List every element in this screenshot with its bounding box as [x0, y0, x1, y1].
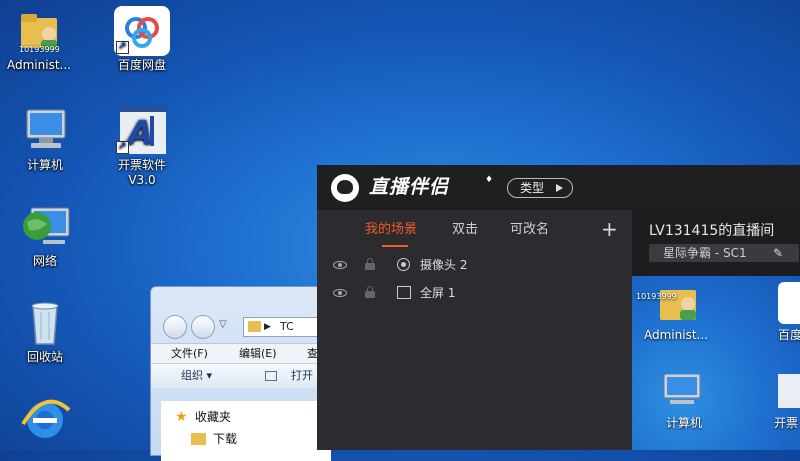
- menu-edit[interactable]: 编辑(E): [239, 344, 277, 364]
- open-icon: [265, 371, 277, 381]
- eye-icon[interactable]: [333, 289, 347, 297]
- icon-label: 开票软件: [117, 158, 166, 172]
- preview-overlay-number: 10193999: [636, 292, 677, 301]
- computer-icon: [17, 106, 73, 156]
- back-button[interactable]: [163, 315, 187, 339]
- user-folder-icon: 10193999: [11, 6, 67, 56]
- add-scene-button[interactable]: +: [601, 217, 618, 241]
- desktop-icon-invoice-software[interactable]: A 开票软件 V3.0: [97, 106, 187, 188]
- desktop-icon-baidu-netdisk[interactable]: 百度网盘: [97, 6, 187, 73]
- nav-item-label: 收藏夹: [195, 410, 232, 424]
- internet-explorer-icon: [17, 394, 73, 444]
- file-explorer-window[interactable]: ▽ ▶ TC 文件(F) 编辑(E) 查 组织 ▾ 打开 ★ 收藏夹 下载: [150, 286, 333, 461]
- preview-panel: LV131415的直播间 星际争霸 - SC1 ✎ 10193999 Admin…: [632, 210, 800, 450]
- icon-label-version: V3.0: [128, 173, 156, 187]
- tab-renameable[interactable]: 可改名: [510, 221, 549, 239]
- svg-text:A: A: [125, 114, 153, 152]
- type-button[interactable]: 类型: [507, 178, 573, 198]
- open-button[interactable]: 打开: [291, 364, 313, 388]
- preview-icon-label: 开票: [774, 416, 799, 430]
- desktop-icon-internet-explorer[interactable]: [0, 394, 90, 446]
- invoice-software-icon: A: [114, 106, 170, 156]
- preview-icon-label: 计算机: [666, 416, 703, 430]
- organize-button[interactable]: 组织 ▾: [181, 364, 212, 388]
- path-arrow-icon: ▶: [264, 322, 271, 332]
- icon-label: 网络: [32, 254, 57, 268]
- icon-label: 计算机: [26, 158, 63, 172]
- edit-pencil-icon[interactable]: ✎: [773, 244, 783, 262]
- explorer-navbar: ▽ ▶ TC: [159, 315, 333, 339]
- desktop-icon-computer[interactable]: 计算机: [0, 106, 90, 173]
- live-companion-window[interactable]: 直播伴侣 ♦ 类型 我的场景 双击 可改名 + 摄像头 2 全屏 1 LV131…: [317, 165, 800, 450]
- brand-mark-icon: ♦: [485, 175, 494, 185]
- scene-row-fullscreen[interactable]: 全屏 1: [317, 280, 632, 306]
- eye-icon[interactable]: [333, 261, 347, 269]
- baidu-netdisk-icon: [114, 6, 170, 56]
- nav-item-label: 下载: [213, 432, 238, 446]
- download-folder-icon: [191, 433, 206, 445]
- icon-label: 回收站: [26, 350, 63, 364]
- preview-icon-label: Administ...: [644, 328, 708, 342]
- network-icon: [17, 202, 73, 252]
- explorer-menubar: 文件(F) 编辑(E) 查: [151, 343, 331, 364]
- desktop-icon-network[interactable]: 网络: [0, 202, 90, 269]
- navigation-pane: ★ 收藏夹 下载: [161, 401, 331, 461]
- camera-icon: [397, 258, 410, 271]
- icon-label: 百度网盘: [117, 58, 166, 72]
- scene-label: 全屏 1: [420, 286, 456, 300]
- address-text: TC: [280, 320, 294, 333]
- shortcut-arrow-icon: [116, 39, 129, 54]
- desktop-icon-administrator[interactable]: 10193999 Administ...: [0, 6, 84, 73]
- game-category-tag[interactable]: 星际争霸 - SC1 ✎: [649, 244, 799, 262]
- active-tab-indicator: [382, 245, 408, 247]
- desktop-icon-recycle-bin[interactable]: 回收站: [0, 298, 90, 365]
- icon-label: Administ...: [7, 58, 71, 72]
- forward-button[interactable]: [191, 315, 215, 339]
- recycle-bin-icon: [17, 298, 73, 348]
- scene-label: 摄像头 2: [420, 258, 468, 272]
- type-button-label: 类型: [520, 181, 545, 195]
- tab-my-scenes[interactable]: 我的场景: [365, 221, 417, 239]
- star-icon: ★: [175, 409, 188, 425]
- scene-panel: 我的场景 双击 可改名 + 摄像头 2 全屏 1: [317, 210, 632, 450]
- shortcut-arrow-icon: [116, 139, 129, 154]
- tab-double-click[interactable]: 双击: [452, 221, 478, 239]
- app-titlebar: 直播伴侣 ♦ 类型: [317, 165, 800, 210]
- preview-computer-icon: [662, 373, 702, 406]
- app-brand: 直播伴侣: [369, 176, 450, 198]
- fullscreen-icon: [397, 286, 411, 299]
- game-category-label: 星际争霸 - SC1: [663, 246, 747, 260]
- stream-preview[interactable]: 10193999 Administ... 百度 计算机 开票: [632, 276, 800, 450]
- room-title: LV131415的直播间: [649, 223, 775, 239]
- preview-invoice-icon: [778, 374, 800, 408]
- explorer-toolbar: 组织 ▾ 打开: [151, 363, 331, 388]
- app-logo-icon: [331, 174, 359, 202]
- play-triangle-icon: [556, 184, 563, 192]
- scene-row-camera[interactable]: 摄像头 2: [317, 252, 632, 278]
- folder-icon: [248, 321, 261, 332]
- menu-file[interactable]: 文件(F): [171, 344, 208, 364]
- icon-overlay-number: 10193999: [19, 45, 60, 54]
- lock-icon[interactable]: [365, 286, 375, 298]
- lock-icon[interactable]: [365, 258, 375, 270]
- preview-baidu-icon: [778, 282, 800, 324]
- recent-pages-chevron-icon[interactable]: ▽: [219, 319, 227, 330]
- preview-icon-label: 百度: [778, 328, 800, 342]
